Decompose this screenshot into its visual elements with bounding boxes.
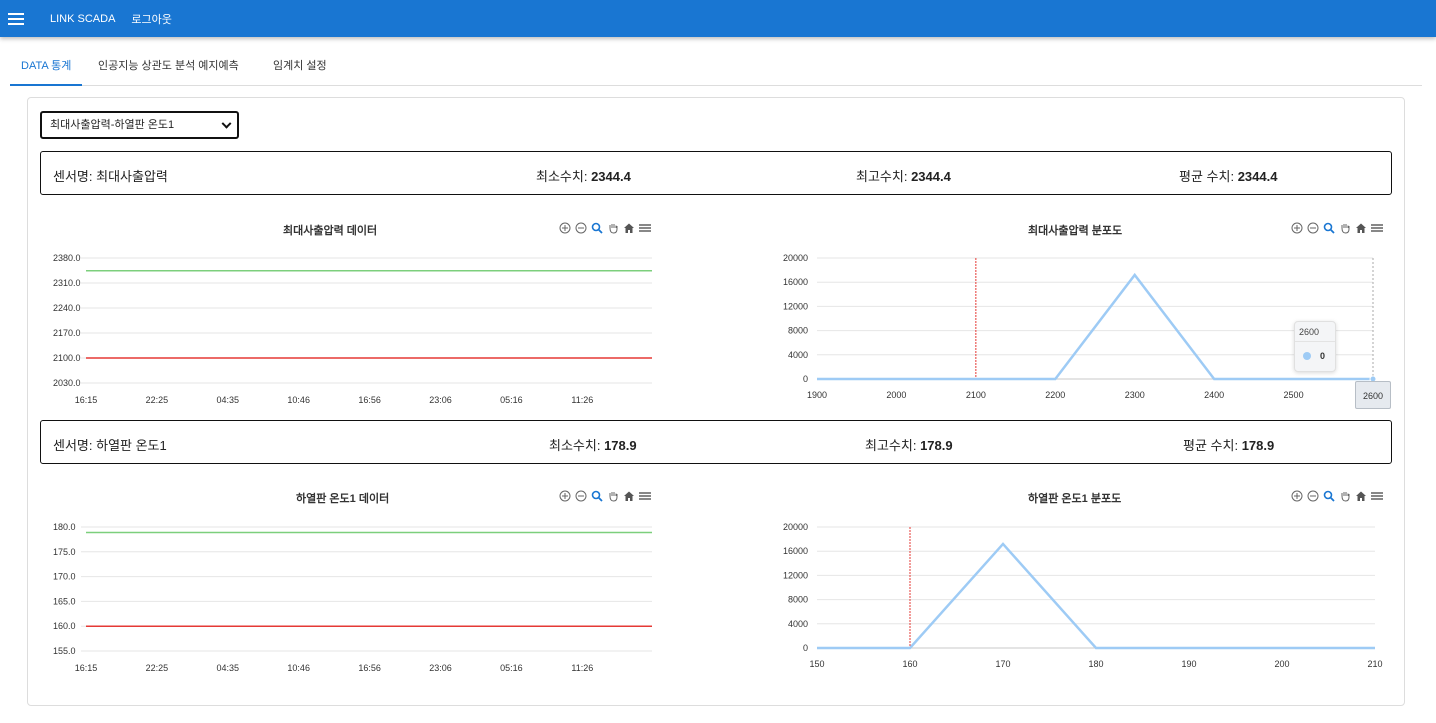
x-tick-label: 16:56 — [358, 663, 381, 673]
distribution-line — [817, 272, 1373, 381]
x-tick-label: 190 — [1181, 659, 1196, 669]
x-tick-label: 16:15 — [75, 663, 98, 673]
x-tick-label: 04:35 — [217, 395, 240, 405]
y-tick-label: 155.0 — [53, 646, 76, 656]
y-tick-label: 165.0 — [53, 596, 76, 606]
y-tick-label: 8000 — [788, 595, 808, 605]
x-tick-label: 11:26 — [571, 395, 593, 405]
x-tick-label: 150 — [809, 659, 824, 669]
distribution-line — [817, 542, 1375, 650]
y-tick-label: 2170.0 — [53, 328, 81, 338]
x-tick-label: 2100 — [966, 390, 986, 400]
y-tick-label: 12000 — [783, 301, 808, 311]
x-tick-label: 2300 — [1125, 390, 1145, 400]
x-tick-label: 2400 — [1204, 390, 1224, 400]
series-dot-icon — [1303, 352, 1311, 360]
x-tick-label: 22:25 — [146, 395, 169, 405]
y-tick-label: 2310.0 — [53, 278, 81, 288]
y-tick-label: 4000 — [788, 619, 808, 629]
x-tick-label: 10:46 — [287, 395, 310, 405]
y-tick-label: 4000 — [788, 350, 808, 360]
tooltip-value: 0 — [1320, 351, 1326, 361]
y-tick-label: 2030.0 — [53, 378, 81, 388]
x-tick-label: 22:25 — [146, 663, 169, 673]
y-tick-label: 175.0 — [53, 547, 76, 557]
x-tick-label: 16:15 — [75, 395, 98, 405]
line-chart-max-injection-pressure: 2380.0 2310.0 2240.0 2170.0 2100.0 2030.0 16:1… — [53, 253, 1383, 673]
x-tick-label: 2500 — [1284, 390, 1304, 400]
x-tick-label: 2200 — [1045, 390, 1065, 400]
y-tick-label: 2240.0 — [53, 303, 81, 313]
chart-tooltip: 2600 0 — [1294, 321, 1336, 372]
x-tick-label: 23:06 — [429, 663, 452, 673]
x-tick-label: 04:35 — [217, 663, 240, 673]
x-tick-label: 200 — [1274, 659, 1289, 669]
y-tick-label: 160.0 — [53, 621, 76, 631]
y-tick-label: 0 — [803, 374, 808, 384]
x-tick-label: 170 — [995, 659, 1010, 669]
y-tick-label: 16000 — [783, 277, 808, 287]
y-tick-label: 16000 — [783, 546, 808, 556]
y-tick-label: 12000 — [783, 570, 808, 580]
x-tick-label: 180 — [1088, 659, 1103, 669]
x-tick-label: 210 — [1367, 659, 1382, 669]
tooltip-header: 2600 — [1295, 322, 1335, 342]
y-tick-label: 180.0 — [53, 522, 76, 532]
x-tick-label: 23:06 — [429, 395, 452, 405]
x-tick-label: 10:46 — [287, 663, 310, 673]
y-tick-label: 2380.0 — [53, 253, 81, 263]
x-tick-label: 1900 — [807, 390, 827, 400]
x-tick-label: 2000 — [886, 390, 906, 400]
x-tick-label: 05:16 — [500, 663, 523, 673]
x-tick-label: 05:16 — [500, 395, 523, 405]
y-tick-label: 20000 — [783, 253, 808, 263]
y-tick-label: 20000 — [783, 522, 808, 532]
x-axis-hover-label: 2600 — [1355, 381, 1391, 409]
x-tick-label: 11:26 — [571, 663, 593, 673]
x-tick-label: 160 — [902, 659, 917, 669]
y-tick-label: 8000 — [788, 326, 808, 336]
y-tick-label: 0 — [803, 643, 808, 653]
x-tick-label: 16:56 — [358, 395, 381, 405]
y-tick-label: 2100.0 — [53, 353, 81, 363]
y-tick-label: 170.0 — [53, 572, 76, 582]
